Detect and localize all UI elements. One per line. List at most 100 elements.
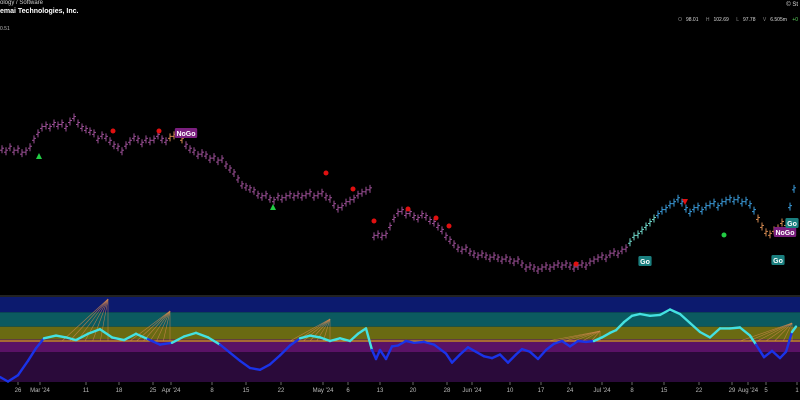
nogo-signal-dot — [446, 223, 452, 229]
price-bar — [368, 184, 372, 193]
price-bar — [188, 145, 192, 154]
price-bar — [312, 192, 316, 201]
x-tick: 26 — [15, 382, 22, 394]
price-bar — [736, 194, 740, 203]
price-bar — [360, 188, 364, 197]
svg-text:17: 17 — [538, 388, 545, 394]
price-bar — [780, 218, 784, 227]
x-tick: 22 — [278, 382, 285, 394]
price-bar — [288, 190, 292, 199]
oscillator-segment — [584, 339, 596, 344]
price-bar — [480, 250, 484, 259]
price-bar — [152, 135, 156, 144]
price-bar — [592, 256, 596, 265]
nogo-signal-dot — [405, 206, 411, 212]
svg-text:10: 10 — [507, 388, 514, 394]
price-bar — [744, 196, 748, 205]
x-tick: 1 — [795, 382, 799, 394]
x-tick: Apr '24 — [162, 382, 181, 394]
price-bar — [300, 192, 304, 201]
price-bar — [400, 206, 404, 215]
price-bar — [108, 137, 112, 146]
go-label: Go — [771, 255, 785, 265]
price-bar — [340, 202, 344, 211]
price-bar — [484, 252, 488, 261]
x-tick: May '24 — [313, 382, 334, 394]
price-bar — [520, 260, 524, 269]
x-axis: 26 Mar '24 11 18 25 Apr '24 8 15 22 May '24 6 13 20 2… — [15, 382, 799, 394]
price-bar — [700, 206, 704, 215]
price-bar — [760, 222, 764, 231]
price-bar — [284, 192, 288, 201]
price-bar — [4, 147, 8, 156]
price-bar — [588, 258, 592, 267]
price-bar — [712, 198, 716, 207]
price-bar — [616, 250, 620, 259]
price-bar — [648, 218, 652, 227]
price-bar — [64, 123, 68, 132]
x-tick: Aug '24 — [738, 382, 759, 394]
x-tick: 18 — [116, 382, 123, 394]
price-bar — [244, 182, 248, 191]
price-bar — [448, 236, 452, 245]
price-bar — [624, 244, 628, 253]
svg-text:8: 8 — [630, 388, 634, 394]
price-bar — [464, 244, 468, 253]
price-bar — [136, 135, 140, 144]
svg-text:NoGo: NoGo — [176, 131, 195, 138]
oscillator-segment — [648, 313, 662, 317]
price-bar — [532, 264, 536, 273]
price-bar — [240, 180, 244, 189]
price-bar — [516, 256, 520, 265]
x-tick: 28 — [444, 382, 451, 394]
price-bar — [192, 147, 196, 156]
oscillator-segment — [412, 340, 426, 344]
price-bar — [100, 131, 104, 140]
svg-text:22: 22 — [696, 388, 703, 394]
price-bar — [48, 123, 52, 132]
price-bar — [20, 149, 24, 158]
svg-text:Aug '24: Aug '24 — [738, 388, 759, 394]
price-bar — [676, 194, 680, 203]
svg-text:Jun '24: Jun '24 — [462, 388, 482, 394]
price-bar — [672, 198, 676, 207]
price-bar — [132, 133, 136, 142]
price-bar — [380, 232, 384, 241]
price-bar — [356, 190, 360, 199]
price-chart[interactable]: NoGoGoNoGoGoGo 26 Mar '24 11 18 25 Apr '24 8 15… — [0, 0, 800, 400]
price-bar — [12, 147, 16, 156]
nogo-signal-dot — [371, 218, 377, 224]
price-bar — [388, 222, 392, 231]
svg-text:25: 25 — [150, 388, 157, 394]
svg-text:NoGo: NoGo — [775, 230, 794, 237]
price-bar — [296, 190, 300, 199]
price-bar — [316, 190, 320, 199]
x-tick: 8 — [210, 382, 214, 394]
price-bar — [536, 266, 540, 274]
price-bar — [444, 232, 448, 241]
price-bar — [332, 200, 336, 209]
price-bar — [260, 192, 264, 201]
price-bar — [460, 246, 464, 255]
price-bar — [644, 222, 648, 231]
price-bar — [564, 260, 568, 269]
price-bar — [472, 250, 476, 259]
x-tick: 5 — [764, 382, 768, 394]
price-bar — [404, 210, 408, 219]
svg-text:13: 13 — [377, 388, 384, 394]
price-bar — [548, 264, 552, 273]
price-bar — [112, 141, 116, 150]
price-bar — [620, 246, 624, 255]
price-bar — [276, 192, 280, 201]
price-bar — [24, 147, 28, 156]
price-bar — [232, 168, 236, 177]
svg-text:20: 20 — [410, 388, 417, 394]
price-bar — [32, 135, 36, 144]
price-bar — [552, 262, 556, 271]
price-bar — [208, 155, 212, 164]
x-tick: Mar '24 — [30, 382, 51, 394]
price-bar — [764, 228, 768, 237]
svg-text:24: 24 — [567, 388, 574, 394]
x-tick: 20 — [410, 382, 417, 394]
svg-text:15: 15 — [661, 388, 668, 394]
